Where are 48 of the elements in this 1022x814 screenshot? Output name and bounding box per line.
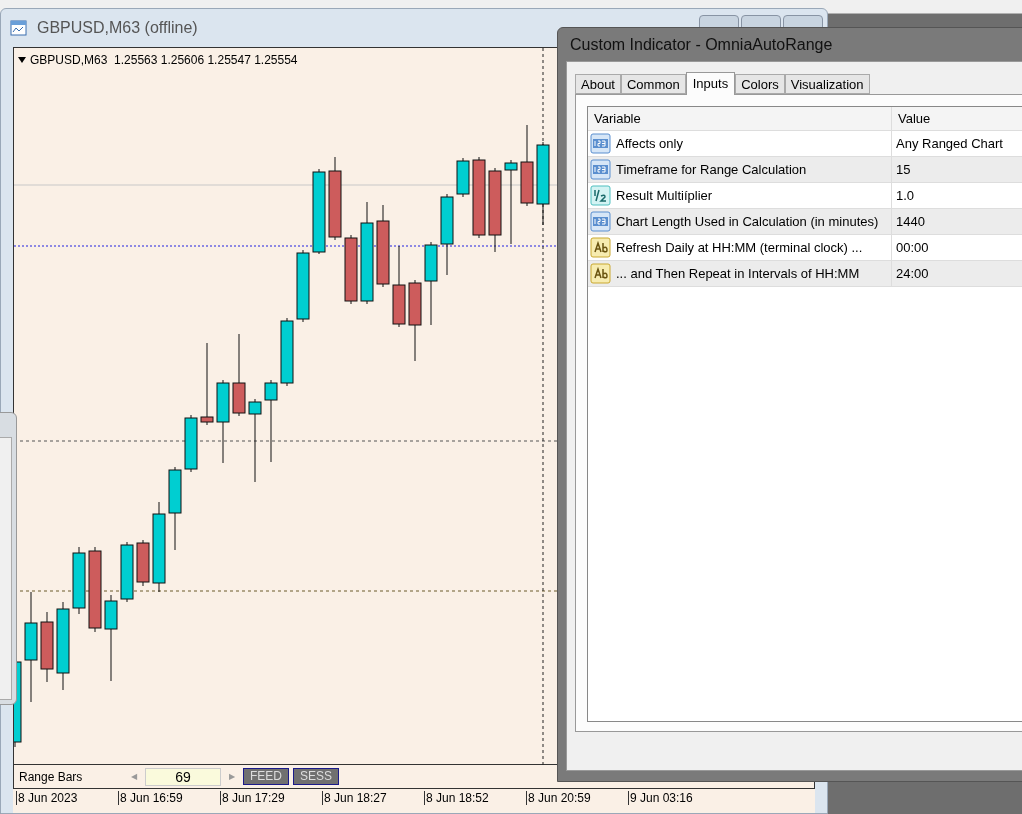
window-title: GBPUSD,M63 (offline): [37, 18, 198, 38]
integer-type-icon: [590, 211, 611, 232]
tab[interactable]: Inputs: [685, 72, 736, 95]
column-header[interactable]: Variable: [588, 107, 892, 130]
candle: [120, 541, 134, 603]
candle: [72, 546, 86, 615]
value-cell[interactable]: Any Ranged Chart: [892, 131, 1022, 156]
candle: [136, 539, 150, 587]
collapse-icon[interactable]: [18, 57, 26, 63]
value-cell[interactable]: 1440: [892, 209, 1022, 234]
value-cell[interactable]: 1.0: [892, 183, 1022, 208]
candle: [344, 234, 358, 305]
variable-name: Refresh Daily at HH:MM (terminal clock) ...: [616, 238, 863, 257]
chart-window-icon: [9, 18, 29, 38]
session-toggle[interactable]: SESS: [293, 768, 340, 785]
dialog-title: Custom Indicator - OmniaAutoRange: [569, 34, 834, 55]
tab[interactable]: About: [575, 74, 621, 94]
tab[interactable]: Common: [621, 74, 686, 94]
time-label: 8 Jun 2023: [16, 791, 78, 805]
text-type-icon: [590, 263, 611, 284]
candle: [40, 611, 54, 683]
variable-name: Affects only: [616, 134, 683, 153]
quote-line: GBPUSD,M63 1.25563 1.25606 1.25547 1.25554: [30, 52, 298, 69]
time-label: 8 Jun 17:29: [220, 791, 285, 805]
time-label: 8 Jun 20:59: [526, 791, 591, 805]
value-cell[interactable]: 00:00: [892, 235, 1022, 260]
feed-toggle[interactable]: FEED: [243, 768, 289, 785]
candle: [456, 157, 470, 198]
variable-name: Chart Length Used in Calculation (in minutes): [616, 212, 879, 231]
fraction-type-icon: [590, 185, 611, 206]
integer-type-icon: [590, 159, 611, 180]
value-cell[interactable]: 24:00: [892, 261, 1022, 286]
tab[interactable]: Visualization: [784, 74, 870, 94]
range-value-field[interactable]: 69: [145, 767, 221, 786]
variable-name: Result Multiíplier: [616, 186, 713, 205]
tab[interactable]: Colors: [735, 74, 785, 94]
time-label: 8 Jun 16:59: [118, 791, 183, 805]
value-cell[interactable]: 15: [892, 157, 1022, 182]
range-bars-label: Range Bars: [19, 768, 84, 786]
time-label: 8 Jun 18:52: [424, 791, 489, 805]
time-label: 9 Jun 03:16: [628, 791, 693, 805]
candle: [184, 414, 198, 473]
text-type-icon: [590, 237, 611, 258]
column-header[interactable]: Value: [892, 107, 1022, 130]
variable-name: ... and Then Repeat in Intervals of HH:MM: [616, 264, 860, 283]
candle: [280, 317, 294, 387]
variable-name: Timeframe for Range Calculation: [616, 160, 807, 179]
time-label: 8 Jun 18:27: [322, 791, 387, 805]
